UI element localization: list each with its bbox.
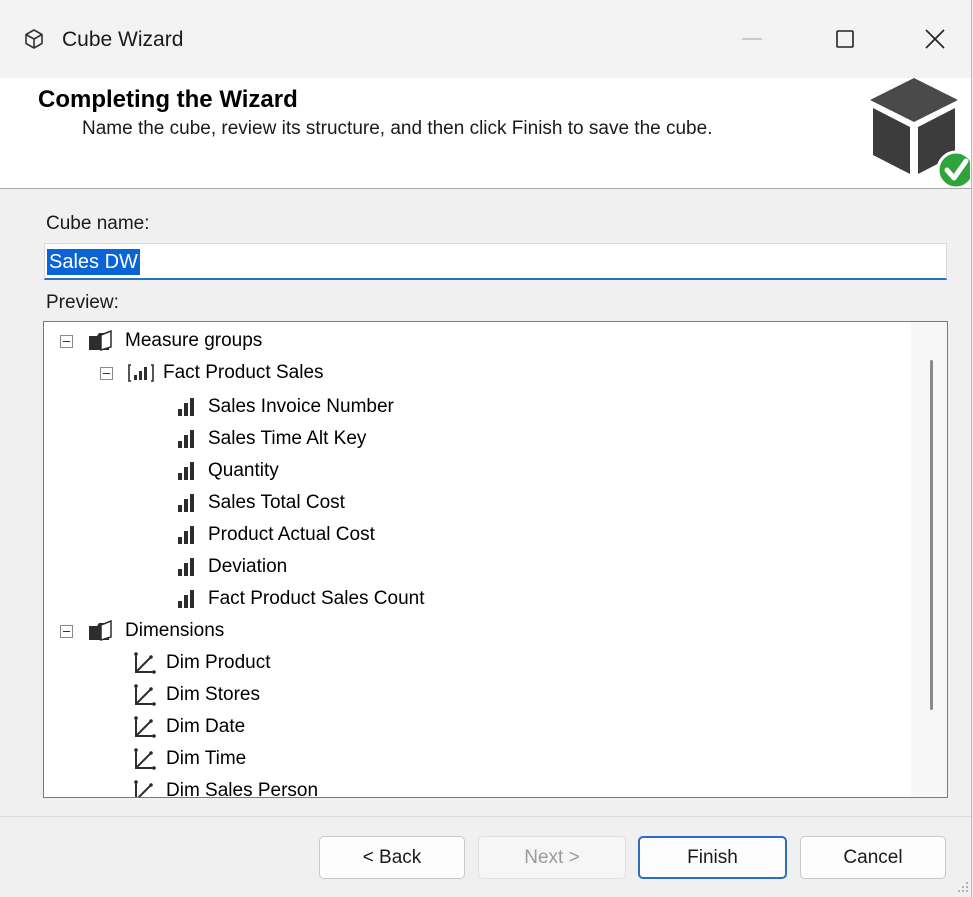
dimension-icon: [134, 780, 153, 797]
collapse-icon[interactable]: [100, 366, 113, 380]
tree-node-dimension[interactable]: Dim Date: [132, 712, 245, 742]
cancel-button[interactable]: Cancel: [800, 836, 946, 879]
page-title: Completing the Wizard: [38, 86, 298, 113]
tree-node-measure[interactable]: Quantity: [176, 456, 279, 486]
cube-app-icon: [25, 29, 43, 49]
tree-node-dimension[interactable]: Dim Product: [132, 648, 271, 678]
measure-icon: [178, 558, 194, 576]
measure-icon: [178, 462, 194, 480]
wizard-header: Completing the Wizard Name the cube, rev…: [0, 78, 971, 189]
folder-icon: [89, 330, 112, 352]
tree-node-measure[interactable]: Fact Product Sales Count: [176, 584, 425, 614]
finish-button[interactable]: Finish: [638, 836, 787, 879]
measure-icon: [178, 398, 194, 416]
tree-node-measure[interactable]: Deviation: [176, 552, 287, 582]
tree-node-label: Deviation: [208, 556, 288, 577]
measure-group-icon: [128, 364, 154, 382]
dimension-icon: [134, 652, 156, 674]
collapse-icon[interactable]: [60, 624, 73, 638]
tree-node-label: Dimensions: [125, 620, 225, 641]
tree-node-label: Dim Time: [166, 748, 247, 769]
tree-node-label: Dim Date: [166, 716, 246, 737]
tree-node-label: Quantity: [208, 460, 279, 481]
close-icon: [925, 29, 945, 49]
vertical-scrollbar[interactable]: [911, 322, 947, 797]
tree-node-measure[interactable]: Sales Invoice Number: [176, 392, 394, 422]
minimize-button[interactable]: [722, 14, 782, 64]
close-button[interactable]: [905, 14, 965, 64]
page-subtitle: Name the cube, review its structure, and…: [82, 118, 713, 139]
tree-node-measure-groups[interactable]: Measure groups: [60, 326, 262, 356]
tree-node-label: Product Actual Cost: [208, 524, 375, 545]
cube-check-icon: [870, 78, 970, 188]
tree-node-measure[interactable]: Sales Total Cost: [176, 488, 345, 518]
tree-node-measure[interactable]: Product Actual Cost: [176, 520, 375, 550]
measure-icon: [178, 526, 194, 544]
tree-node-measure-group[interactable]: Fact Product Sales: [100, 358, 324, 388]
cube-wizard-window: Cube Wizard Completing the Wizard Name t…: [0, 0, 972, 897]
measure-icon: [178, 494, 194, 512]
cube-name-value: Sales DW: [47, 249, 140, 275]
footer-divider: [0, 816, 971, 817]
tree-node-dimension[interactable]: Dim Time: [132, 744, 246, 774]
dimension-icon: [134, 684, 156, 706]
tree-node-label: Fact Product Sales: [163, 362, 324, 383]
title-bar: Cube Wizard: [0, 0, 971, 78]
preview-tree[interactable]: Measure groups Fact Product Sales Sales …: [43, 321, 948, 798]
cube-name-label: Cube name:: [46, 213, 150, 234]
tree-node-dimension[interactable]: Dim Stores: [132, 680, 260, 710]
measure-icon: [178, 430, 194, 448]
next-button[interactable]: Next >: [478, 836, 626, 879]
scrollbar-thumb[interactable]: [930, 360, 933, 710]
dimension-icon: [134, 748, 156, 770]
tree-node-label: Dim Stores: [166, 684, 260, 705]
window-title: Cube Wizard: [62, 28, 184, 51]
dimension-icon: [134, 716, 156, 738]
measure-icon: [178, 590, 194, 608]
collapse-icon[interactable]: [60, 334, 73, 348]
folder-icon: [89, 620, 112, 642]
tree-node-label: Dim Product: [166, 652, 271, 673]
tree-node-label: Sales Time Alt Key: [208, 428, 367, 449]
tree-node-measure[interactable]: Sales Time Alt Key: [176, 424, 366, 454]
maximize-icon: [836, 30, 854, 48]
maximize-button[interactable]: [815, 14, 875, 64]
tree-node-label: Dim Sales Person: [166, 780, 319, 798]
tree-node-label: Measure groups: [125, 330, 263, 351]
preview-label: Preview:: [46, 292, 119, 313]
tree-node-label: Sales Total Cost: [208, 492, 345, 513]
resize-grip-icon[interactable]: [956, 880, 970, 894]
tree-node-dimensions[interactable]: Dimensions: [60, 616, 224, 646]
tree-node-dimension[interactable]: Dim Sales Person: [132, 776, 319, 798]
tree-node-label: Fact Product Sales Count: [208, 588, 425, 609]
cube-name-input[interactable]: Sales DW: [44, 243, 947, 280]
minimize-icon: [742, 38, 762, 40]
back-button[interactable]: < Back: [319, 836, 465, 879]
tree-node-label: Sales Invoice Number: [208, 396, 394, 417]
